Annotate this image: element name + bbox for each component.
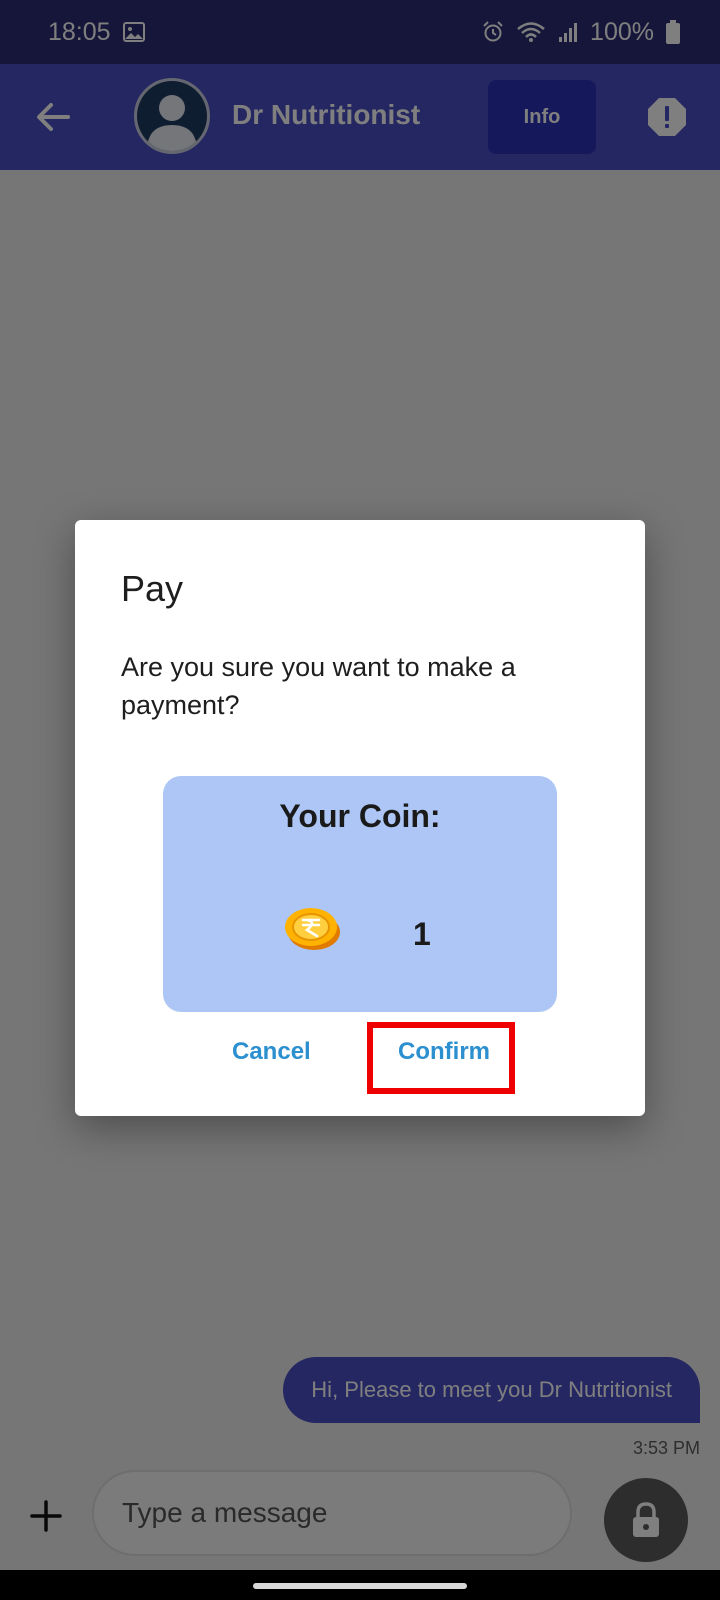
coin-count: 1	[413, 916, 431, 952]
system-nav-bar	[0, 1570, 720, 1600]
dialog-title: Pay	[121, 568, 184, 609]
payment-dialog: Pay Are you sure you want to make a paym…	[75, 520, 645, 1116]
cancel-button[interactable]: Cancel	[232, 1038, 311, 1066]
confirm-button[interactable]: Confirm	[398, 1038, 490, 1066]
chat-screen: 18:05	[0, 0, 720, 1600]
coin-card: Your Coin: 1	[163, 776, 557, 1012]
coin-icon	[281, 902, 343, 954]
home-handle[interactable]	[253, 1583, 467, 1589]
dialog-message: Are you sure you want to make a payment?	[121, 652, 516, 720]
coin-card-title: Your Coin:	[279, 798, 441, 834]
